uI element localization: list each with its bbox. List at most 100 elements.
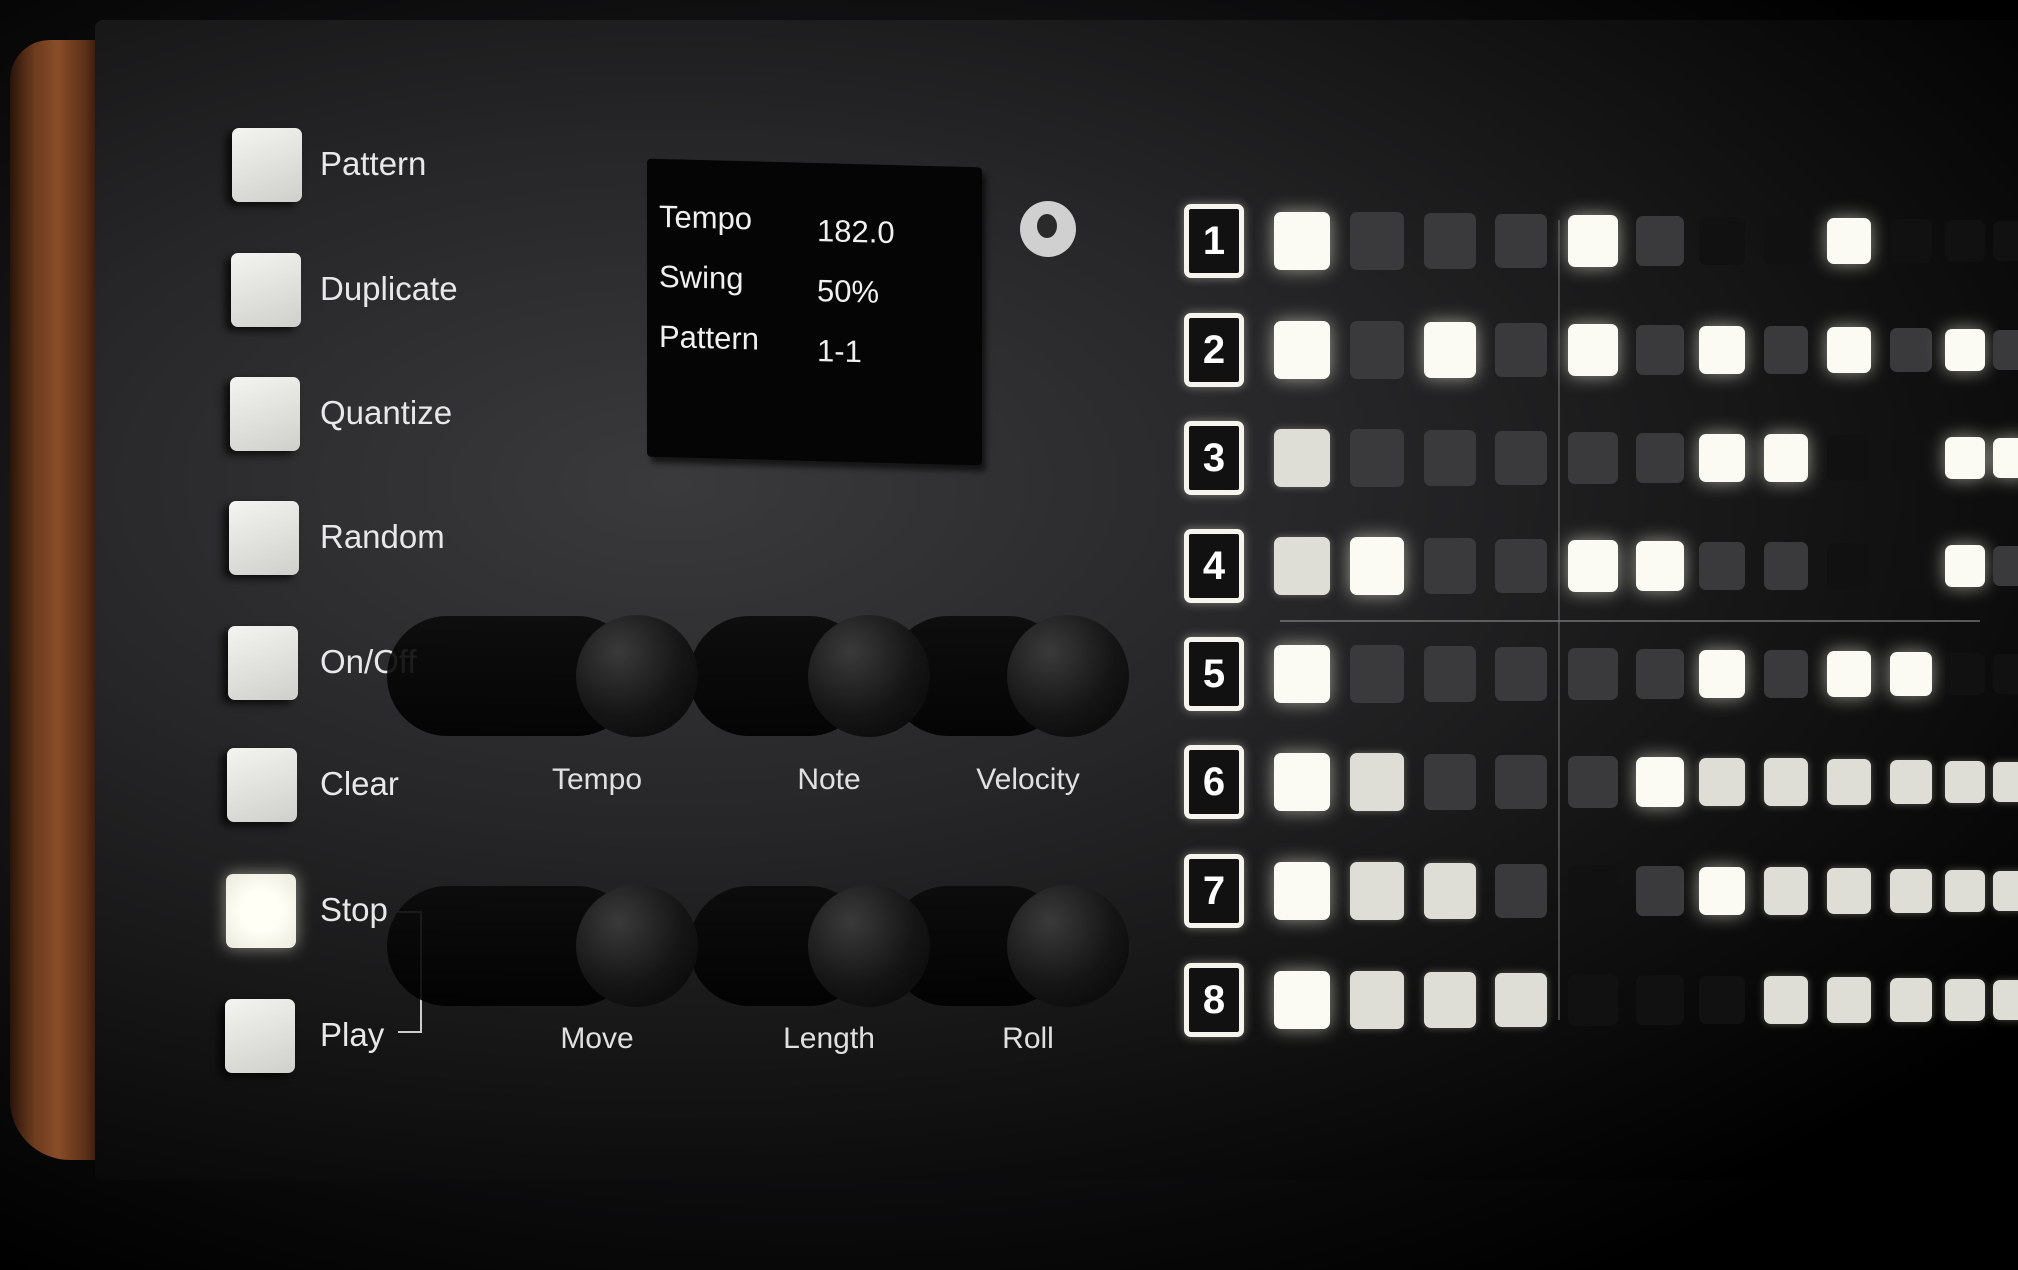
- step-pad[interactable]: [1945, 329, 1985, 371]
- step-pad[interactable]: [1763, 542, 1809, 590]
- step-pad[interactable]: [1349, 753, 1405, 811]
- step-pad[interactable]: [1495, 755, 1547, 809]
- velocity-knob[interactable]: [1007, 615, 1129, 737]
- step-pad[interactable]: [1698, 325, 1746, 375]
- step-pad[interactable]: [1636, 540, 1684, 592]
- step-pad[interactable]: [1568, 755, 1618, 809]
- step-pad[interactable]: [1890, 760, 1932, 804]
- step-pad[interactable]: [1698, 433, 1746, 483]
- step-pad[interactable]: [1698, 866, 1746, 916]
- step-pad[interactable]: [1636, 974, 1684, 1026]
- step-pad[interactable]: [1636, 432, 1684, 484]
- random-button[interactable]: [229, 501, 299, 575]
- step-pad[interactable]: [1890, 436, 1932, 480]
- step-pad[interactable]: [1423, 754, 1477, 810]
- step-pad[interactable]: [1698, 216, 1746, 266]
- step-pad[interactable]: [1495, 647, 1547, 701]
- track-number-6[interactable]: 6: [1184, 745, 1244, 819]
- on-off-button[interactable]: [228, 626, 298, 700]
- step-pad[interactable]: [1890, 869, 1932, 913]
- track-number-7[interactable]: 7: [1184, 854, 1244, 928]
- step-pad[interactable]: [1636, 756, 1684, 808]
- clear-button[interactable]: [227, 748, 297, 822]
- move-knob[interactable]: [576, 885, 698, 1007]
- step-pad[interactable]: [1992, 761, 2018, 803]
- step-pad[interactable]: [1945, 761, 1985, 803]
- step-pad[interactable]: [1827, 543, 1871, 589]
- step-pad[interactable]: [1827, 868, 1871, 914]
- step-pad[interactable]: [1568, 323, 1618, 377]
- step-pad[interactable]: [1495, 864, 1547, 918]
- step-pad[interactable]: [1274, 752, 1330, 812]
- step-pad[interactable]: [1890, 219, 1932, 263]
- step-pad[interactable]: [1349, 862, 1405, 920]
- step-pad[interactable]: [1763, 976, 1809, 1024]
- step-pad[interactable]: [1636, 215, 1684, 267]
- step-pad[interactable]: [1349, 429, 1405, 487]
- step-pad[interactable]: [1945, 979, 1985, 1021]
- step-pad[interactable]: [1698, 975, 1746, 1025]
- step-pad[interactable]: [1274, 320, 1330, 380]
- step-pad[interactable]: [1890, 652, 1932, 696]
- step-pad[interactable]: [1274, 970, 1330, 1030]
- step-pad[interactable]: [1568, 431, 1618, 485]
- stop-button[interactable]: [226, 874, 296, 948]
- step-pad[interactable]: [1423, 646, 1477, 702]
- step-pad[interactable]: [1274, 428, 1330, 488]
- step-pad[interactable]: [1992, 870, 2018, 912]
- step-pad[interactable]: [1945, 653, 1985, 695]
- step-pad[interactable]: [1992, 653, 2018, 695]
- step-pad[interactable]: [1568, 973, 1618, 1027]
- step-pad[interactable]: [1274, 861, 1330, 921]
- step-pad[interactable]: [1763, 326, 1809, 374]
- track-number-4[interactable]: 4: [1184, 529, 1244, 603]
- step-pad[interactable]: [1568, 214, 1618, 268]
- step-pad[interactable]: [1495, 539, 1547, 593]
- duplicate-button[interactable]: [231, 253, 301, 327]
- step-pad[interactable]: [1827, 977, 1871, 1023]
- track-number-8[interactable]: 8: [1184, 963, 1244, 1037]
- step-pad[interactable]: [1349, 537, 1405, 595]
- length-knob[interactable]: [808, 885, 930, 1007]
- step-pad[interactable]: [1349, 321, 1405, 379]
- step-pad[interactable]: [1568, 647, 1618, 701]
- step-pad[interactable]: [1827, 759, 1871, 805]
- step-pad[interactable]: [1636, 648, 1684, 700]
- play-button[interactable]: [225, 999, 295, 1073]
- roll-knob[interactable]: [1007, 885, 1129, 1007]
- step-pad[interactable]: [1495, 973, 1547, 1027]
- step-pad[interactable]: [1763, 434, 1809, 482]
- step-pad[interactable]: [1763, 650, 1809, 698]
- step-pad[interactable]: [1495, 214, 1547, 268]
- track-number-5[interactable]: 5: [1184, 637, 1244, 711]
- step-pad[interactable]: [1763, 217, 1809, 265]
- step-pad[interactable]: [1763, 758, 1809, 806]
- step-pad[interactable]: [1423, 430, 1477, 486]
- step-pad[interactable]: [1945, 545, 1985, 587]
- step-pad[interactable]: [1827, 218, 1871, 264]
- step-pad[interactable]: [1992, 437, 2018, 479]
- step-pad[interactable]: [1274, 644, 1330, 704]
- step-pad[interactable]: [1698, 541, 1746, 591]
- step-pad[interactable]: [1890, 328, 1932, 372]
- step-pad[interactable]: [1945, 870, 1985, 912]
- step-pad[interactable]: [1763, 867, 1809, 915]
- step-pad[interactable]: [1992, 329, 2018, 371]
- step-pad[interactable]: [1349, 212, 1405, 270]
- tempo-knob[interactable]: [576, 615, 698, 737]
- step-pad[interactable]: [1423, 863, 1477, 919]
- note-knob[interactable]: [808, 615, 930, 737]
- step-pad[interactable]: [1945, 220, 1985, 262]
- step-pad[interactable]: [1423, 538, 1477, 594]
- step-pad[interactable]: [1992, 220, 2018, 262]
- step-pad[interactable]: [1568, 864, 1618, 918]
- step-pad[interactable]: [1274, 211, 1330, 271]
- step-pad[interactable]: [1992, 545, 2018, 587]
- step-pad[interactable]: [1495, 431, 1547, 485]
- track-number-1[interactable]: 1: [1184, 204, 1244, 278]
- step-pad[interactable]: [1890, 978, 1932, 1022]
- step-pad[interactable]: [1349, 971, 1405, 1029]
- step-pad[interactable]: [1423, 972, 1477, 1028]
- step-pad[interactable]: [1423, 322, 1477, 378]
- track-number-3[interactable]: 3: [1184, 421, 1244, 495]
